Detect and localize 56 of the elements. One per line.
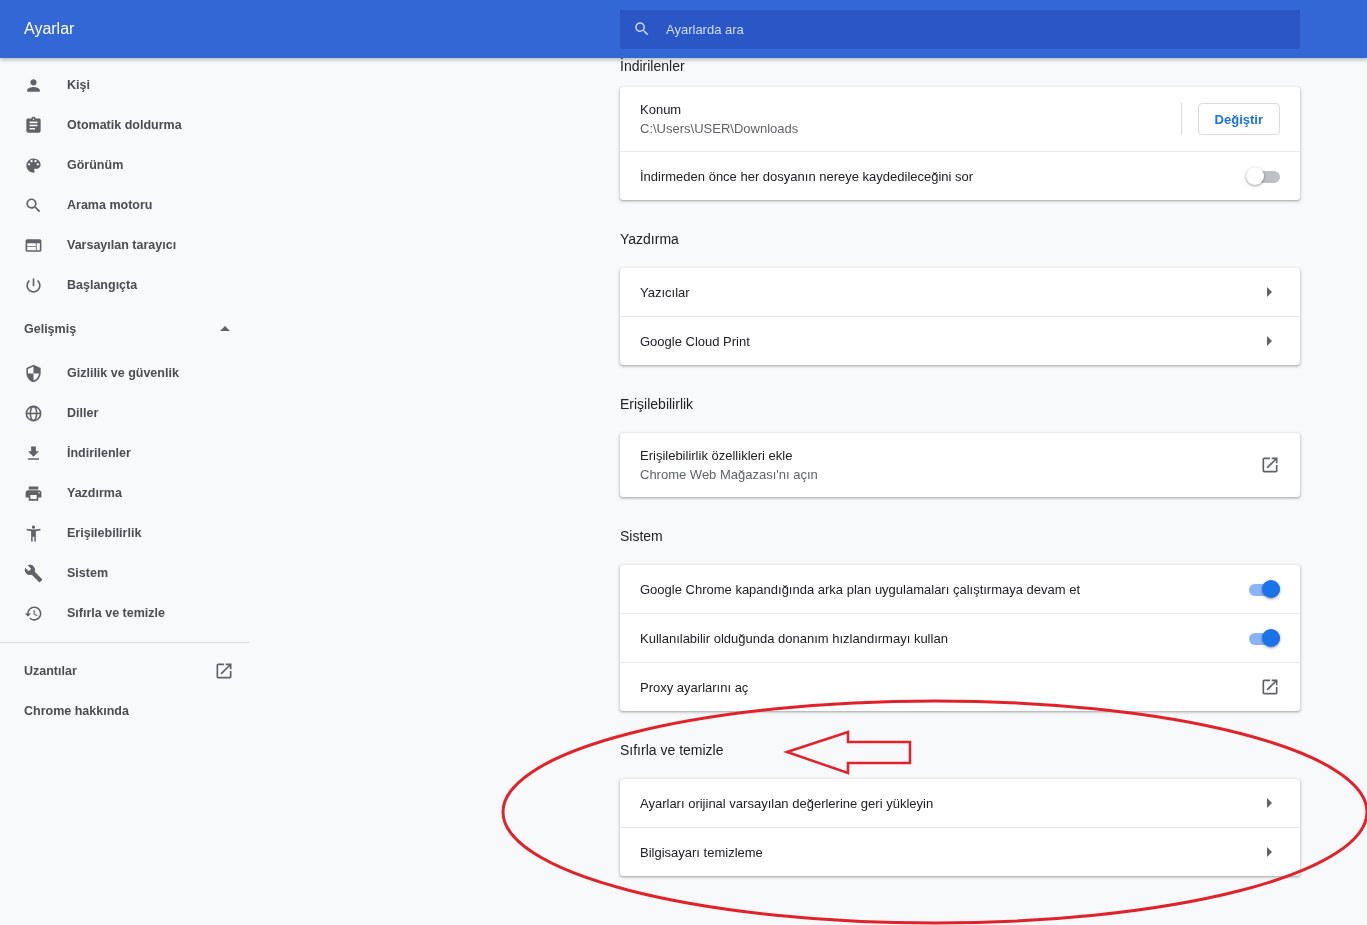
setting-label: İndirmeden önce her dosyanın nereye kaydedileceğini sor <box>640 168 975 184</box>
caret-icon <box>220 326 230 332</box>
search-icon <box>24 195 43 215</box>
accessibility-icon <box>24 523 43 543</box>
setting-label: Kullanılabilir olduğunda donanım hızlandırmayı kullan <box>640 630 949 646</box>
setting-label: Google Chrome kapandığında arka plan uygulamaları çalıştırmaya devam et <box>640 581 1082 597</box>
external-link-icon[interactable] <box>1260 677 1280 697</box>
sidebar-item[interactable]: Başlangıçta <box>0 265 250 305</box>
sidebar-item[interactable]: Görünüm <box>0 145 250 185</box>
globe-icon <box>24 403 43 423</box>
setting-label: Erişilebilirlik özellikleri ekle <box>640 448 794 463</box>
advanced-section-toggle[interactable]: Gelişmiş <box>0 305 250 353</box>
external-link-icon <box>214 661 234 681</box>
external-link-icon[interactable] <box>1260 455 1280 475</box>
sidebar-item[interactable]: Arama motoru <box>0 185 250 225</box>
setting-label: Yazıcılar <box>640 284 691 300</box>
setting-label: Google Cloud Print <box>640 333 751 349</box>
sidebar-item[interactable]: Gizlilik ve güvenlik <box>0 353 250 393</box>
section-heading: Sıfırla ve temizle <box>620 742 725 760</box>
page-title: Ayarlar <box>24 20 75 37</box>
section-heading: Sistem <box>620 528 664 546</box>
sidebar-item[interactable]: Otomatik doldurma <box>0 105 250 145</box>
sidebar-item[interactable]: Diller <box>0 393 250 433</box>
setting-value: Chrome Web Mağazası'nı açın <box>640 467 819 482</box>
sidebar-item[interactable]: Kişi <box>0 65 250 105</box>
printer-icon <box>24 483 43 503</box>
sidebar-item[interactable]: Yazdırma <box>0 473 250 513</box>
sidebar-link[interactable]: Uzantılar <box>0 651 250 691</box>
sidebar-item[interactable]: Sıfırla ve temizle <box>0 593 250 633</box>
section-heading: İndirilenler <box>620 58 686 76</box>
setting-value: C:\Users\USER\Downloads <box>640 121 800 136</box>
sidebar-item[interactable]: Varsayılan tarayıcı <box>0 225 250 265</box>
power-icon <box>24 275 43 295</box>
arrow-right-icon[interactable] <box>1267 336 1272 346</box>
change-button[interactable]: Değiştir <box>1197 103 1280 135</box>
arrow-right-icon[interactable] <box>1267 847 1272 857</box>
shield-icon <box>24 363 43 383</box>
wrench-icon <box>24 563 43 583</box>
setting-label: Konum <box>640 102 683 117</box>
toggle-switch[interactable] <box>1246 166 1280 186</box>
search-icon <box>633 19 651 38</box>
section-heading: Erişilebilirlik <box>620 396 695 414</box>
section-heading: Yazdırma <box>620 231 680 249</box>
palette-icon <box>24 155 43 175</box>
setting-label: Bilgisayarı temizleme <box>640 844 764 860</box>
arrow-right-icon[interactable] <box>1267 287 1272 297</box>
sidebar-item[interactable]: Sistem <box>0 553 250 593</box>
setting-label: Ayarları orijinal varsayılan değerlerine geri yükleyin <box>640 795 935 811</box>
clipboard-icon <box>24 115 43 135</box>
search-field[interactable]: Ayarlarda ara <box>620 9 1300 49</box>
arrow-right-icon[interactable] <box>1267 798 1272 808</box>
sidebar-item[interactable]: İndirilenler <box>0 433 250 473</box>
history-icon <box>24 603 43 623</box>
sidebar-link[interactable]: Chrome hakkında <box>0 691 250 731</box>
setting-label: Proxy ayarlarını aç <box>640 679 750 695</box>
sidebar-item[interactable]: Erişilebilirlik <box>0 513 250 553</box>
